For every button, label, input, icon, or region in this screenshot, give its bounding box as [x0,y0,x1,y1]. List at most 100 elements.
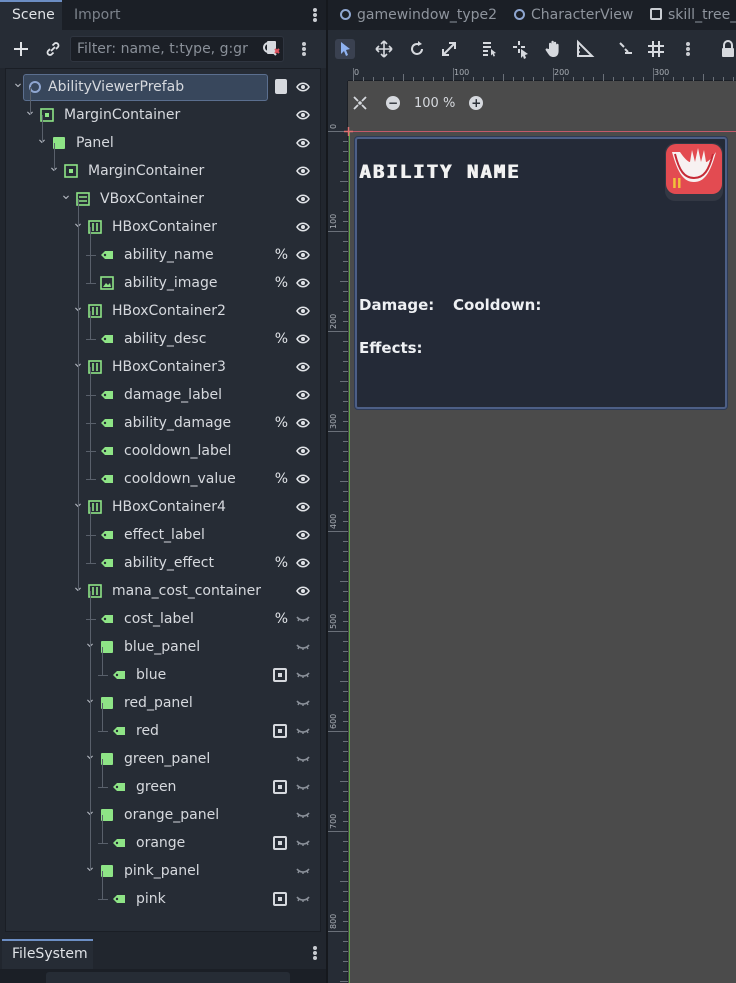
eye-closed-icon[interactable] [296,613,310,625]
add-node-icon[interactable] [10,40,32,58]
canvas-viewport[interactable]: 0 100 200 300 0 100 200 300 400 500 600 700 800 − 1… [328,68,736,983]
scene-tab-3[interactable]: skill_tree_b [650,0,736,30]
ability-viewer-card[interactable]: ABILITY NAME II Damage: Cooldown: Effect… [355,137,727,409]
tree-row[interactable]: orange [6,829,320,857]
eye-icon[interactable] [296,557,310,569]
editable-children-icon[interactable] [273,724,287,738]
list-select-tool-icon[interactable] [479,39,499,59]
filesystem-menu-icon[interactable] [313,946,317,960]
tree-row[interactable]: effect_label [6,521,320,549]
zoom-level[interactable]: 100 % [414,96,455,111]
scale-tool-icon[interactable] [439,39,459,59]
eye-icon[interactable] [296,361,310,373]
eye-icon[interactable] [296,137,310,149]
zoom-reset-icon[interactable] [352,95,368,111]
tree-row[interactable]: ability_damage% [6,409,320,437]
eye-icon[interactable] [296,389,310,401]
tree-row[interactable]: cooldown_value% [6,465,320,493]
scene-filter-input[interactable] [70,36,284,62]
eye-icon[interactable] [296,109,310,121]
tab-filesystem[interactable]: FileSystem [2,939,93,969]
lock-icon[interactable] [718,39,736,59]
eye-closed-icon[interactable] [296,753,310,765]
tree-row[interactable]: ⌄ VBoxContainer [6,185,320,213]
zoom-out-button[interactable]: − [386,96,400,110]
tree-row[interactable]: green [6,773,320,801]
tree-row[interactable]: ⌄red_panel [6,689,320,717]
chevron-down-icon[interactable]: ⌄ [60,181,72,209]
tree-row[interactable]: ⌄green_panel [6,745,320,773]
scene-tab-2[interactable]: CharacterView [514,0,633,30]
eye-icon[interactable] [296,305,310,317]
editable-children-icon[interactable] [273,892,287,906]
eye-icon[interactable] [296,81,310,93]
script-attach-icon[interactable] [265,40,281,56]
unique-name-badge[interactable]: % [275,465,288,493]
grid-snap-icon[interactable] [646,39,666,59]
eye-icon[interactable] [296,529,310,541]
tree-row[interactable]: ⌄mana_cost_container [6,577,320,605]
tree-row[interactable]: ⌄blue_panel [6,633,320,661]
zoom-in-button[interactable]: + [469,96,484,110]
dock-menu-icon[interactable] [313,8,317,22]
smart-snap-icon[interactable] [616,39,636,59]
select-tool-icon[interactable] [335,39,355,59]
eye-icon[interactable] [296,249,310,261]
tree-row[interactable]: ⌄HBoxContainer3 [6,353,320,381]
eye-closed-icon[interactable] [296,865,310,877]
toolbar-menu-icon[interactable] [686,42,690,56]
tree-row[interactable]: damage_label [6,381,320,409]
eye-icon[interactable] [296,445,310,457]
tab-import[interactable]: Import [62,0,132,30]
tree-row[interactable]: ⌄ AbilityViewerPrefab [6,73,320,101]
chevron-down-icon[interactable]: ⌄ [12,69,24,97]
scene-menu-icon[interactable] [302,42,306,56]
ruler-tool-icon[interactable] [575,39,595,59]
tree-row[interactable]: ⌄orange_panel [6,801,320,829]
tree-row[interactable]: ability_effect% [6,549,320,577]
rotate-tool-icon[interactable] [407,39,427,59]
tree-row[interactable]: ⌄pink_panel [6,857,320,885]
eye-icon[interactable] [296,585,310,597]
script-icon[interactable] [275,79,287,94]
eye-closed-icon[interactable] [296,641,310,653]
tree-row[interactable]: ⌄HBoxContainer4 [6,493,320,521]
tree-row[interactable]: blue [6,661,320,689]
unique-name-badge[interactable]: % [275,241,288,269]
tree-row[interactable]: ability_image% [6,269,320,297]
tree-row[interactable]: ⌄MarginContainer [6,101,320,129]
unique-name-badge[interactable]: % [275,325,288,353]
tree-row[interactable]: ⌄HBoxContainer2 [6,297,320,325]
editable-children-icon[interactable] [273,780,287,794]
pivot-tool-icon[interactable] [511,39,531,59]
unique-name-badge[interactable]: % [275,549,288,577]
eye-closed-icon[interactable] [296,725,310,737]
tree-row[interactable]: red [6,717,320,745]
tree-row[interactable]: ability_name% [6,241,320,269]
unique-name-badge[interactable]: % [275,409,288,437]
eye-icon[interactable] [296,221,310,233]
eye-closed-icon[interactable] [296,697,310,709]
tree-row[interactable]: ⌄HBoxContainer [6,213,320,241]
instance-link-icon[interactable] [42,40,64,58]
eye-icon[interactable] [296,193,310,205]
eye-closed-icon[interactable] [296,669,310,681]
scene-tab-1[interactable]: gamewindow_type2 [340,0,497,30]
tree-row[interactable]: cost_label% [6,605,320,633]
tab-scene[interactable]: Scene [0,0,62,30]
tree-row[interactable]: cooldown_label [6,437,320,465]
eye-icon[interactable] [296,501,310,513]
tree-row[interactable]: pink [6,885,320,913]
eye-icon[interactable] [296,473,310,485]
eye-icon[interactable] [296,165,310,177]
move-tool-icon[interactable] [374,39,394,59]
unique-name-badge[interactable]: % [275,269,288,297]
editable-children-icon[interactable] [273,668,287,682]
eye-icon[interactable] [296,333,310,345]
eye-closed-icon[interactable] [296,781,310,793]
unique-name-badge[interactable]: % [275,605,288,633]
eye-closed-icon[interactable] [296,893,310,905]
eye-closed-icon[interactable] [296,837,310,849]
pan-tool-icon[interactable] [543,39,563,59]
eye-icon[interactable] [296,417,310,429]
